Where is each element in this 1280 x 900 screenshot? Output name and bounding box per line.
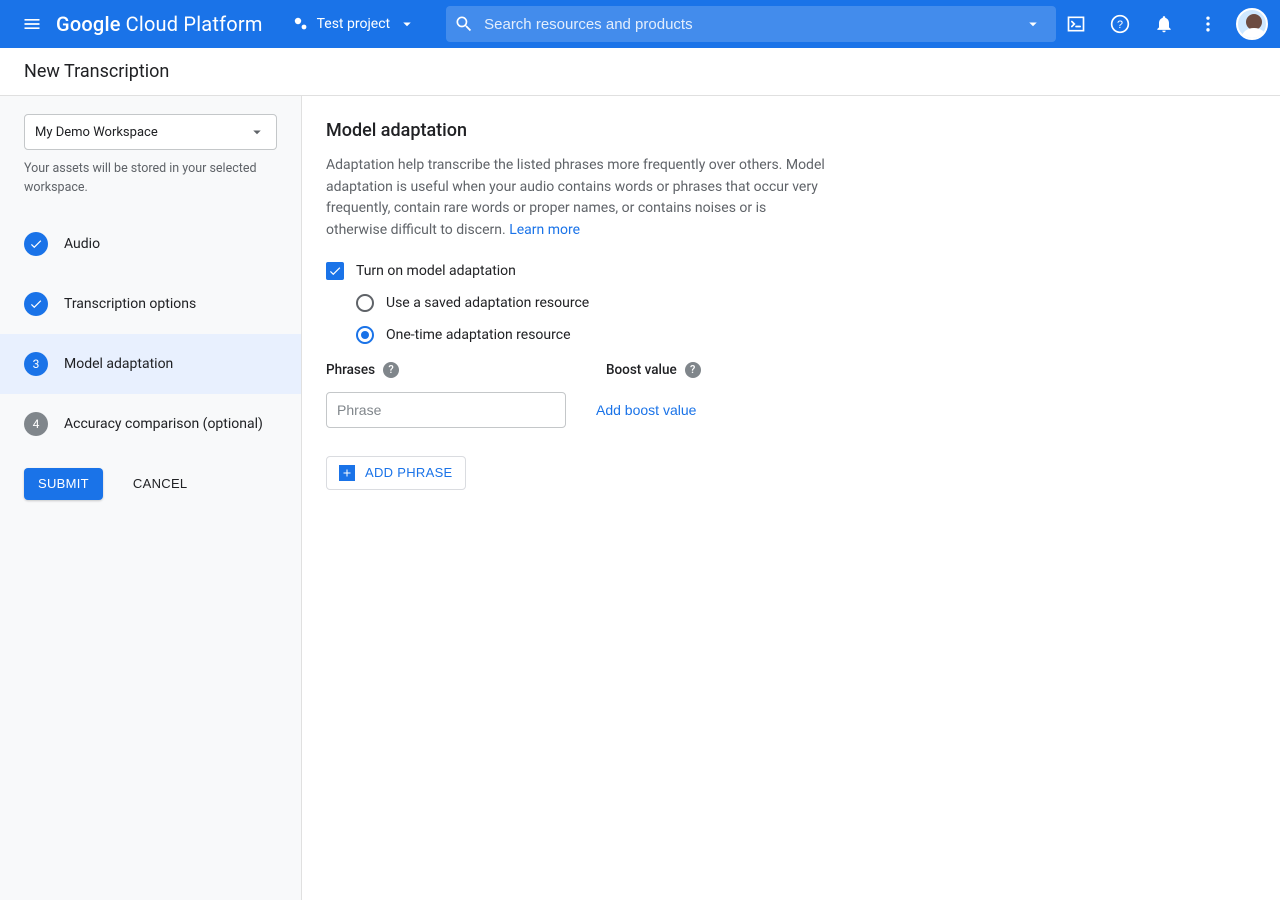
- phrases-column-header: Phrases ?: [326, 362, 566, 378]
- step-label: Audio: [64, 236, 100, 252]
- section-heading: Model adaptation: [326, 120, 1256, 141]
- step-label: Transcription options: [64, 296, 196, 312]
- help-icon: ?: [1110, 14, 1130, 34]
- radio-label: One-time adaptation resource: [386, 327, 571, 343]
- search-icon: [454, 14, 474, 34]
- product-logo[interactable]: Google Cloud Platform: [56, 12, 263, 36]
- phrase-input-row: Add boost value: [326, 392, 1256, 428]
- main-content: Model adaptation Adaptation help transcr…: [302, 96, 1280, 900]
- chevron-down-icon: [398, 15, 416, 33]
- boost-label: Boost value: [606, 362, 677, 378]
- cloud-shell-button[interactable]: [1056, 4, 1096, 44]
- chevron-down-icon: [248, 123, 266, 141]
- page-title: New Transcription: [24, 61, 169, 82]
- learn-more-link[interactable]: Learn more: [509, 222, 580, 238]
- project-selector[interactable]: Test project: [283, 6, 427, 42]
- enable-adaptation-row: Turn on model adaptation: [326, 262, 1256, 280]
- adaptation-type-radio-group: Use a saved adaptation resource One-time…: [326, 294, 1256, 344]
- topbar-actions: ?: [1056, 4, 1268, 44]
- step-accuracy-comparison[interactable]: 4 Accuracy comparison (optional): [0, 394, 301, 454]
- workspace-selector[interactable]: My Demo Workspace: [24, 114, 277, 150]
- check-icon: [328, 264, 342, 278]
- project-icon: [293, 16, 309, 32]
- radio-label: Use a saved adaptation resource: [386, 295, 589, 311]
- add-phrase-button[interactable]: ADD PHRASE: [326, 456, 466, 490]
- hamburger-menu-button[interactable]: [12, 4, 52, 44]
- help-button[interactable]: ?: [1100, 4, 1140, 44]
- add-phrase-label: ADD PHRASE: [365, 465, 453, 480]
- search-dropdown[interactable]: [1018, 15, 1048, 33]
- step-number-badge: 3: [24, 352, 48, 376]
- section-description: Adaptation help transcribe the listed ph…: [326, 155, 826, 242]
- phrase-input[interactable]: [326, 392, 566, 428]
- boost-column-header: Boost value ?: [606, 362, 806, 378]
- logo-bold: Google: [56, 12, 121, 36]
- left-sidebar: My Demo Workspace Your assets will be st…: [0, 96, 302, 900]
- radio-icon: [356, 294, 374, 312]
- svg-text:?: ?: [1117, 19, 1123, 31]
- step-number-badge: 4: [24, 412, 48, 436]
- project-name: Test project: [317, 16, 391, 32]
- submit-button[interactable]: SUBMIT: [24, 468, 103, 500]
- cancel-button[interactable]: CANCEL: [119, 468, 202, 500]
- more-button[interactable]: [1188, 4, 1228, 44]
- enable-adaptation-label: Turn on model adaptation: [356, 263, 516, 279]
- search-input[interactable]: [474, 16, 1018, 33]
- page-title-bar: New Transcription: [0, 48, 1280, 96]
- workspace-help-text: Your assets will be stored in your selec…: [24, 160, 277, 198]
- phrases-help-icon[interactable]: ?: [383, 362, 399, 378]
- column-headers: Phrases ? Boost value ?: [326, 362, 1256, 378]
- step-model-adaptation[interactable]: 3 Model adaptation: [0, 334, 301, 394]
- enable-adaptation-checkbox[interactable]: [326, 262, 344, 280]
- radio-saved-resource[interactable]: Use a saved adaptation resource: [356, 294, 1256, 312]
- step-label: Accuracy comparison (optional): [64, 416, 263, 432]
- more-vert-icon: [1198, 14, 1218, 34]
- plus-icon: [339, 465, 355, 481]
- menu-icon: [22, 14, 42, 34]
- radio-onetime-resource[interactable]: One-time adaptation resource: [356, 326, 1256, 344]
- sidebar-actions: SUBMIT CANCEL: [0, 454, 301, 514]
- top-app-bar: Google Cloud Platform Test project ?: [0, 0, 1280, 48]
- logo-rest: Cloud Platform: [126, 12, 263, 36]
- cloud-shell-icon: [1066, 14, 1086, 34]
- search-box[interactable]: [446, 6, 1056, 42]
- step-check-icon: [24, 292, 48, 316]
- step-check-icon: [24, 232, 48, 256]
- boost-help-icon[interactable]: ?: [685, 362, 701, 378]
- chevron-down-icon: [1024, 15, 1042, 33]
- add-boost-value-link[interactable]: Add boost value: [596, 402, 696, 418]
- workspace-selected-label: My Demo Workspace: [35, 125, 158, 140]
- notifications-button[interactable]: [1144, 4, 1184, 44]
- step-transcription-options[interactable]: Transcription options: [0, 274, 301, 334]
- step-audio[interactable]: Audio: [0, 214, 301, 274]
- radio-icon: [356, 326, 374, 344]
- account-avatar[interactable]: [1236, 8, 1268, 40]
- step-label: Model adaptation: [64, 356, 173, 372]
- bell-icon: [1154, 14, 1174, 34]
- phrases-label: Phrases: [326, 362, 375, 378]
